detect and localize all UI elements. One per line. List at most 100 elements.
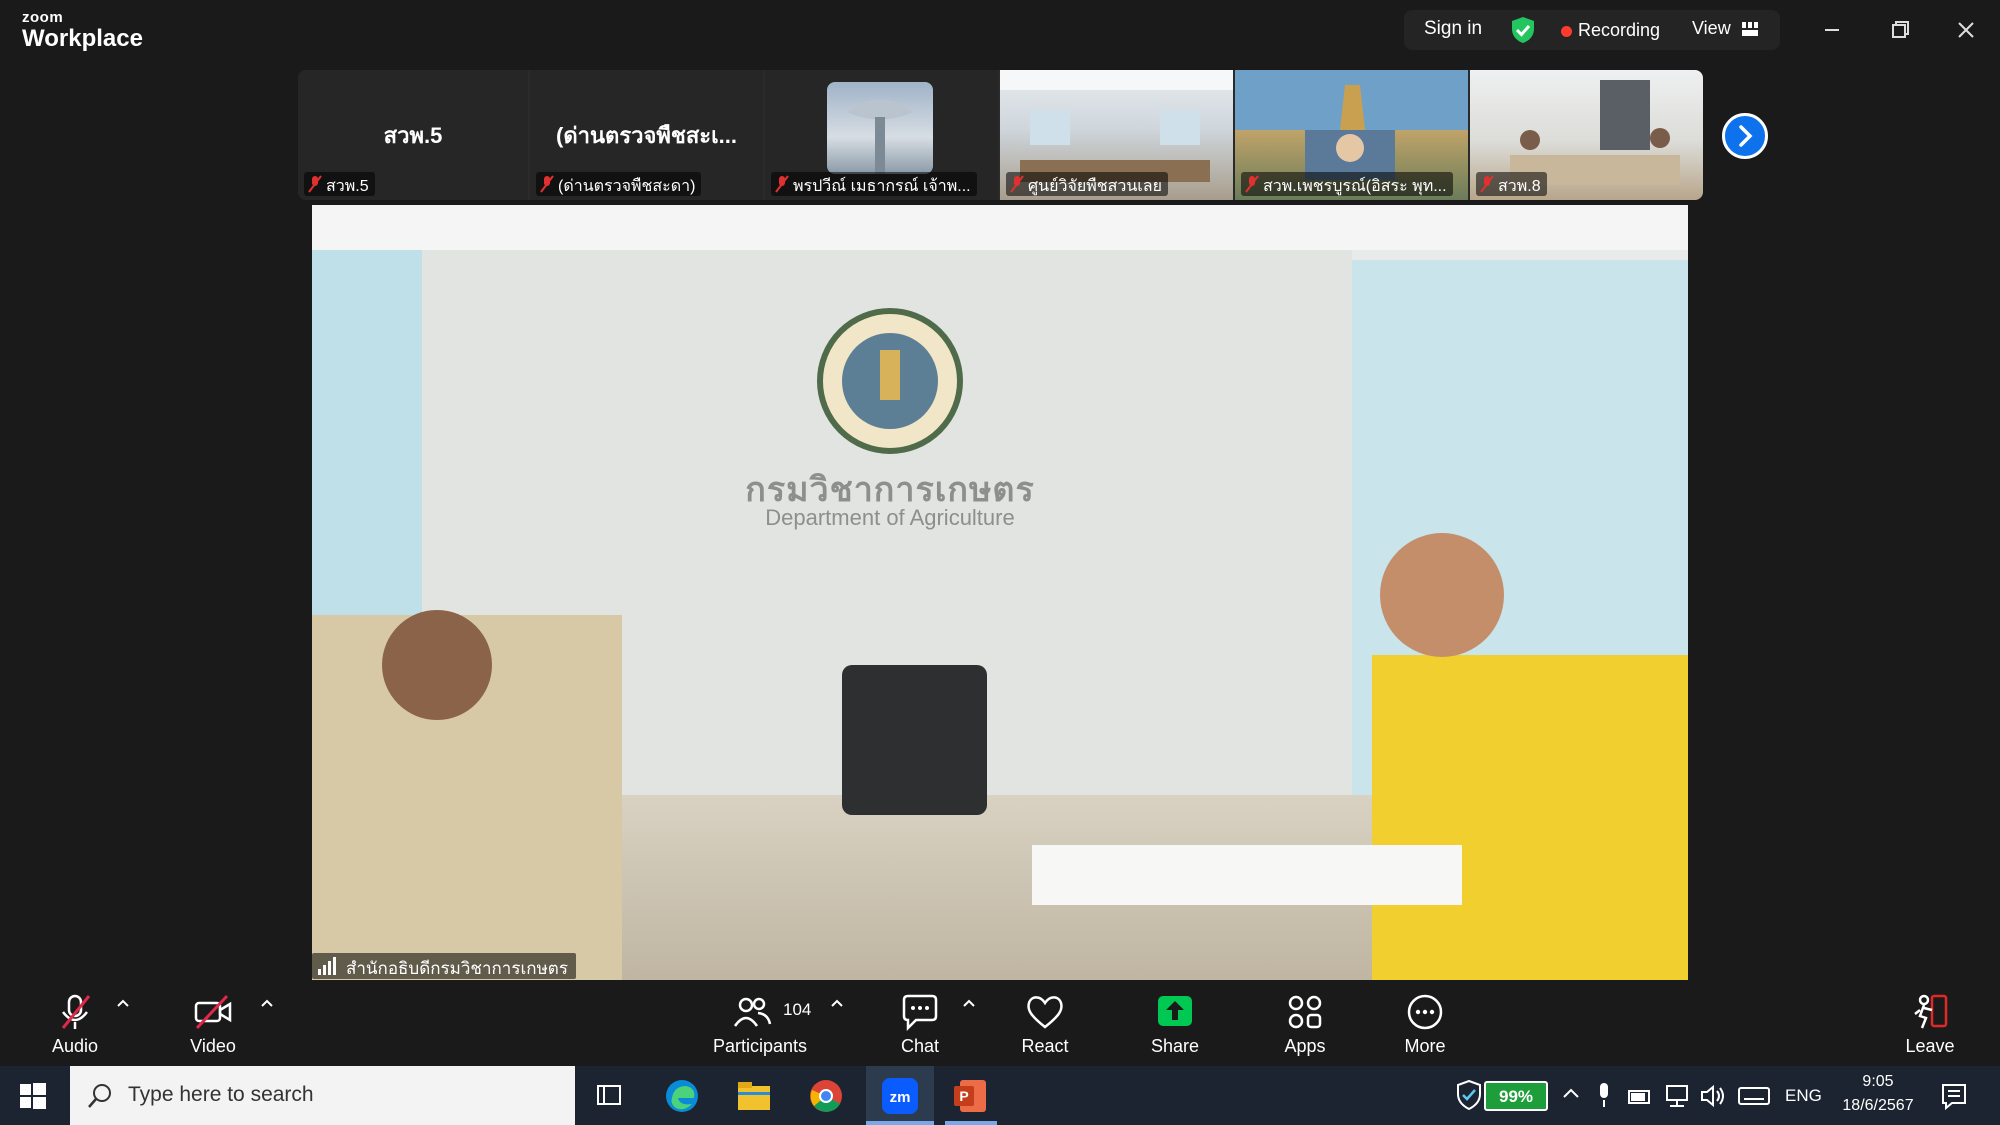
participants-button[interactable]: Participants [710,980,810,1066]
video-off-icon [194,994,232,1030]
restore-icon[interactable] [1884,14,1916,46]
participant-label: พรปวีณ์ เมธากรณ์ เจ้าพ... [771,172,977,196]
participant-label-text: สวพ.เพชรบูรณ์(อิสระ พุท... [1263,178,1447,195]
network-icon[interactable] [1664,1084,1690,1108]
logo-big-text: Workplace [22,25,143,52]
tray-overflow-chevron-icon[interactable] [1562,1086,1580,1100]
participants-options-caret-icon[interactable] [830,998,844,1008]
search-icon [88,1084,111,1108]
participants-icon [733,997,772,1027]
signal-strength-icon [318,957,336,975]
participant-tile[interactable]: สวพ.เพชรบูรณ์(อิสระ พุท... [1235,70,1468,200]
heart-icon [1027,996,1063,1029]
react-label: React [1021,1036,1069,1056]
close-icon[interactable] [1950,14,1982,46]
share-label: Share [1150,1036,1200,1056]
mic-muted-icon [540,175,554,193]
chrome-browser-icon[interactable] [808,1078,844,1114]
edge-browser-icon[interactable] [664,1078,700,1114]
input-language[interactable]: ENG [1785,1086,1822,1106]
zoom-taskbar-app[interactable]: zm [866,1066,934,1125]
participant-tile[interactable]: พรปวีณ์ เมธากรณ์ เจ้าพ... [765,70,998,200]
leave-button[interactable]: Leave [1890,980,1970,1066]
sign-in-button[interactable]: Sign in [1424,18,1482,40]
participant-label: ศูนย์วิจัยพืชสวนเลย [1006,172,1168,196]
meeting-toolbar: Audio Video Participants 104 Chat React [0,980,2000,1066]
battery-indicator[interactable]: 99% [1484,1081,1548,1111]
audio-button[interactable]: Audio [40,980,110,1066]
file-explorer-icon[interactable] [736,1080,772,1112]
zoom-active-indicator [866,1121,934,1125]
participant-name-large: สวพ.5 [383,123,443,148]
audio-label: Audio [51,1036,99,1056]
more-button[interactable]: More [1385,980,1465,1066]
react-button[interactable]: React [1005,980,1085,1066]
participant-tile[interactable]: สวพ.5 สวพ.5 [298,70,528,200]
participant-label-text: พรปวีณ์ เมธากรณ์ เจ้าพ... [793,178,971,195]
notification-center-icon[interactable] [1940,1082,1968,1110]
powerpoint-icon[interactable]: P [952,1078,988,1114]
apps-icon [1288,995,1322,1029]
more-label: More [1404,1036,1446,1056]
more-icon [1407,994,1443,1030]
active-speaker-name: สำนักอธิบดีกรมวิชาการเกษตร [346,959,568,978]
volume-icon[interactable] [1700,1084,1726,1108]
mic-muted-icon [308,175,322,193]
next-page-button[interactable] [1722,113,1768,159]
apps-label: Apps [1284,1036,1326,1056]
participant-label: (ด่านตรวจพืชสะดา) [536,172,702,196]
share-screen-icon [1158,996,1192,1026]
video-options-caret-icon[interactable] [260,998,274,1008]
security-shield-icon[interactable] [1456,1080,1482,1110]
participant-label-text: สวพ.5 [326,178,369,195]
clock-time[interactable]: 9:05 [1838,1073,1918,1091]
shield-icon[interactable] [1510,16,1536,44]
battery-tray-icon[interactable] [1628,1086,1652,1106]
video-label: Video [190,1036,236,1056]
taskbar-search-box[interactable]: Type here to search [70,1066,575,1125]
participant-label: สวพ.5 [304,172,375,196]
gallery-strip: สวพ.5 สวพ.5 (ด่านตรวจพืชสะเ... (ด่านตรวจ… [298,70,1703,200]
chat-button[interactable]: Chat [880,980,960,1066]
search-placeholder: Type here to search [128,1083,314,1106]
participant-tile[interactable]: สวพ.8 [1470,70,1703,200]
audio-options-caret-icon[interactable] [116,998,130,1008]
participant-tile[interactable]: (ด่านตรวจพืชสะเ... (ด่านตรวจพืชสะดา) [530,70,763,200]
supertree-picture [847,99,913,174]
keyboard-icon[interactable] [1738,1086,1770,1106]
minimize-icon[interactable] [1816,14,1848,46]
grid-view-icon[interactable] [1742,22,1758,36]
leave-icon [1914,994,1948,1029]
video-overlay: กรมวิชาการเกษตร Department of Agricultur… [312,205,1688,980]
mic-muted-icon [1245,175,1259,193]
participant-label-text: ศูนย์วิจัยพืชสวนเลย [1028,178,1162,195]
participant-tile[interactable]: ศูนย์วิจัยพืชสวนเลย [1000,70,1233,200]
participants-label: Participants [712,1036,808,1056]
task-view-icon[interactable] [596,1082,622,1108]
active-speaker-video[interactable]: กรมวิชาการเกษตร Department of Agricultur… [312,205,1688,980]
svg-text:P: P [959,1088,968,1104]
microphone-tray-icon[interactable] [1596,1082,1612,1108]
chat-options-caret-icon[interactable] [962,998,976,1008]
view-button[interactable]: View [1692,18,1731,39]
apps-button[interactable]: Apps [1265,980,1345,1066]
participant-label-text: สวพ.8 [1498,178,1541,195]
clock-date[interactable]: 18/6/2567 [1830,1097,1926,1115]
logo-small-text: zoom [22,9,64,26]
mic-muted-icon [1010,175,1024,193]
chat-label: Chat [900,1036,940,1056]
mic-muted-icon [775,175,789,193]
mic-muted-icon [1480,175,1494,193]
mic-muted-icon [61,994,91,1029]
recording-status[interactable]: Recording [1578,20,1660,41]
battery-percent: 99% [1498,1087,1534,1106]
participant-label: สวพ.8 [1476,172,1547,196]
windows-start-icon[interactable] [20,1083,46,1109]
powerpoint-running-indicator [945,1121,997,1125]
video-button[interactable]: Video [178,980,248,1066]
chat-icon [902,994,938,1032]
share-button[interactable]: Share [1135,980,1215,1066]
participants-count: 104 [783,1000,812,1019]
svg-text:zm: zm [890,1089,911,1106]
participant-name-large: (ด่านตรวจพืชสะเ... [556,123,737,148]
